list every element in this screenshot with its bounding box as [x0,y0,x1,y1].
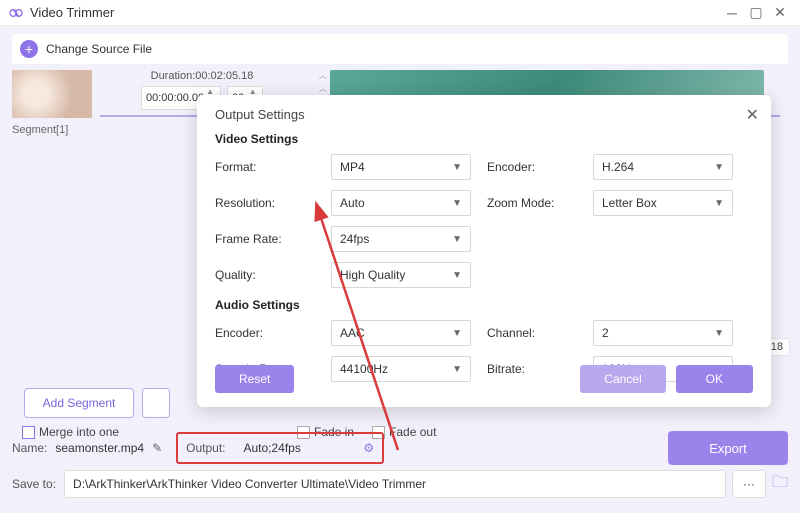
output-settings-modal: Output Settings ✕ Video Settings Format:… [197,95,771,407]
app-logo-icon [8,5,24,21]
caret-down-icon: ▼ [714,162,724,173]
caret-down-icon: ▼ [452,328,462,339]
frame-rate-label: Frame Rate: [215,232,315,246]
open-folder-icon[interactable]: 🗀 [772,471,788,498]
change-source-label: Change Source File [46,42,152,56]
window-title: Video Trimmer [30,5,720,20]
format-label: Format: [215,160,315,174]
zoom-label: Zoom Mode: [487,196,577,210]
output-settings-gear-icon[interactable]: ⚙ [363,441,374,455]
cancel-button[interactable]: Cancel [580,365,665,393]
edit-name-icon[interactable]: ✎ [152,441,162,455]
seg-mid-icon[interactable]: ︿ [316,83,330,94]
audio-encoder-label: Encoder: [215,326,315,340]
format-select[interactable]: MP4▼ [331,154,471,180]
quality-label: Quality: [215,268,315,282]
change-source-row[interactable]: + Change Source File [12,34,788,64]
quality-select[interactable]: High Quality▼ [331,262,471,288]
resolution-select[interactable]: Auto▼ [331,190,471,216]
save-to-label: Save to: [12,477,56,491]
frame-rate-select[interactable]: 24fps▼ [331,226,471,252]
add-segment-button[interactable]: Add Segment [24,388,134,418]
close-window-button[interactable]: ✕ [768,4,792,21]
filename-value: seamonster.mp4 [55,441,144,455]
caret-down-icon: ▼ [714,198,724,209]
channel-select[interactable]: 2▼ [593,320,733,346]
maximize-button[interactable]: ▢ [744,4,768,21]
caret-down-icon: ▼ [452,270,462,281]
caret-down-icon: ▼ [452,198,462,209]
duration-label: Duration:00:02:05.18 [100,70,304,82]
audio-settings-heading: Audio Settings [215,298,753,312]
plus-icon: + [20,40,38,58]
video-settings-heading: Video Settings [215,132,753,146]
segment-extra-button[interactable] [142,388,170,418]
name-label: Name: [12,441,47,455]
zoom-select[interactable]: Letter Box▼ [593,190,733,216]
browse-path-button[interactable]: ··· [732,470,766,498]
export-button[interactable]: Export [668,431,788,465]
encoder-select[interactable]: H.264▼ [593,154,733,180]
encoder-label: Encoder: [487,160,577,174]
output-value: Auto;24fps [243,441,353,455]
caret-down-icon: ▼ [452,162,462,173]
output-summary-box: Output: Auto;24fps ⚙ [176,432,384,464]
modal-title: Output Settings [215,107,753,122]
output-label: Output: [186,441,225,455]
save-path-input[interactable]: D:\ArkThinker\ArkThinker Video Converter… [64,470,726,498]
seg-up-icon[interactable]: ︿ [316,70,330,81]
minimize-button[interactable]: ─ [720,5,744,21]
caret-down-icon: ▼ [714,328,724,339]
reset-button[interactable]: Reset [215,365,294,393]
channel-label: Channel: [487,326,577,340]
modal-close-icon[interactable]: ✕ [746,105,759,125]
clip-thumbnail[interactable] [12,70,92,118]
ok-button[interactable]: OK [676,365,753,393]
resolution-label: Resolution: [215,196,315,210]
audio-encoder-select[interactable]: AAC▼ [331,320,471,346]
caret-down-icon: ▼ [452,234,462,245]
title-bar: Video Trimmer ─ ▢ ✕ [0,0,800,26]
